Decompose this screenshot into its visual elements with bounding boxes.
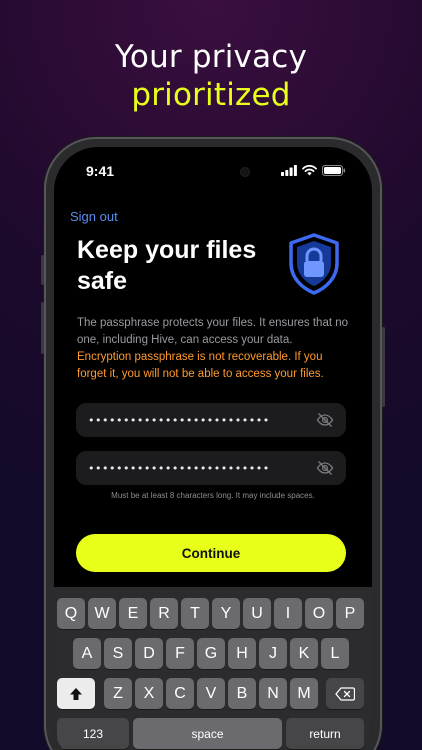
key-q[interactable]: Q [57, 598, 85, 629]
key-f[interactable]: F [166, 638, 194, 669]
key-j[interactable]: J [259, 638, 287, 669]
key-a[interactable]: A [73, 638, 101, 669]
shift-arrow-icon [70, 687, 82, 700]
key-l[interactable]: L [321, 638, 349, 669]
passphrase-input[interactable] [88, 403, 308, 437]
key-s[interactable]: S [104, 638, 132, 669]
return-key[interactable]: return [286, 718, 364, 749]
continue-button[interactable]: Continue [76, 534, 346, 572]
passphrase-hint: Must be at least 8 characters long. It m… [111, 491, 315, 500]
key-z[interactable]: Z [104, 678, 132, 709]
hero-heading: Your privacy prioritized [0, 38, 422, 114]
hero-line-2: prioritized [131, 77, 291, 113]
description: The passphrase protects your files. It e… [77, 315, 349, 383]
passphrase-field[interactable] [76, 403, 346, 437]
key-k[interactable]: K [290, 638, 318, 669]
eye-slash-icon[interactable] [316, 412, 334, 428]
key-m[interactable]: M [290, 678, 318, 709]
key-o[interactable]: O [305, 598, 333, 629]
warning-text: Encryption passphrase is not recoverable… [77, 351, 324, 380]
wifi-icon [302, 165, 317, 176]
backspace-icon [335, 686, 355, 701]
key-g[interactable]: G [197, 638, 225, 669]
key-x[interactable]: X [135, 678, 163, 709]
screen-title: Keep your files safe [77, 236, 257, 295]
numbers-key[interactable]: 123 [57, 718, 129, 749]
phone-screen: 9:41 Sign out Keep your files safe The p… [54, 147, 372, 750]
key-r[interactable]: R [150, 598, 178, 629]
space-key[interactable]: space [133, 718, 282, 749]
status-bar: 9:41 [54, 163, 372, 185]
delete-key[interactable] [326, 678, 364, 709]
description-text: The passphrase protects your files. It e… [77, 317, 349, 346]
front-camera [241, 168, 249, 176]
status-time: 9:41 [86, 163, 115, 179]
key-v[interactable]: V [197, 678, 225, 709]
key-p[interactable]: P [336, 598, 364, 629]
key-n[interactable]: N [259, 678, 287, 709]
key-d[interactable]: D [135, 638, 163, 669]
phone-side-button [382, 327, 385, 407]
key-w[interactable]: W [88, 598, 116, 629]
phone-side-button [41, 255, 44, 285]
sign-out-link[interactable]: Sign out [70, 209, 118, 224]
key-h[interactable]: H [228, 638, 256, 669]
phone-frame: 9:41 Sign out Keep your files safe The p… [41, 137, 385, 750]
phone-side-button [41, 302, 44, 354]
key-c[interactable]: C [166, 678, 194, 709]
status-icons [281, 165, 346, 176]
key-i[interactable]: I [274, 598, 302, 629]
shield-lock-icon [289, 233, 339, 295]
battery-icon [322, 165, 346, 176]
confirm-passphrase-field[interactable] [76, 451, 346, 485]
shift-key[interactable] [57, 678, 95, 709]
keyboard: Q W E R T Y U I O P A S D F G H J K L Z … [54, 587, 372, 750]
cellular-signal-icon [281, 165, 297, 176]
key-u[interactable]: U [243, 598, 271, 629]
hero-line-1: Your privacy [114, 39, 308, 75]
confirm-passphrase-input[interactable] [88, 451, 308, 485]
key-t[interactable]: T [181, 598, 209, 629]
eye-slash-icon[interactable] [316, 460, 334, 476]
key-y[interactable]: Y [212, 598, 240, 629]
key-e[interactable]: E [119, 598, 147, 629]
key-b[interactable]: B [228, 678, 256, 709]
